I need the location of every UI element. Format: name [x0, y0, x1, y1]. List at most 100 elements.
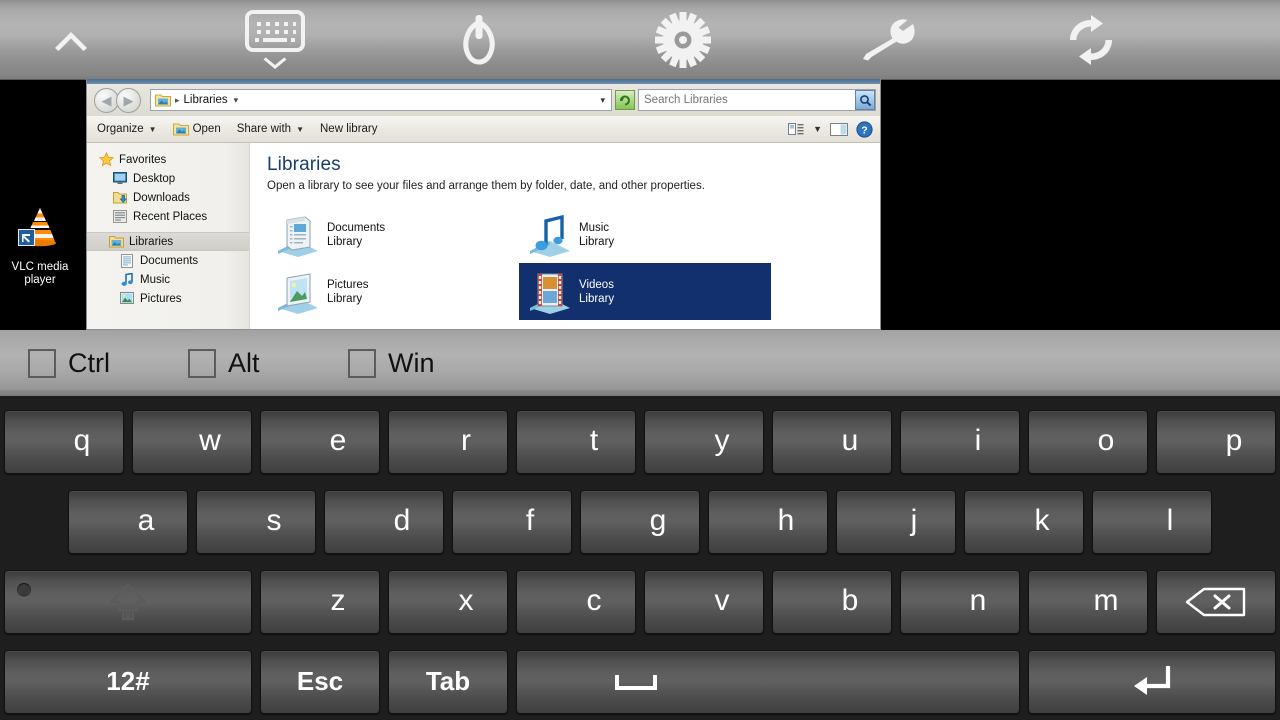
chevron-up-icon [55, 32, 87, 51]
key-j[interactable]: j [836, 490, 956, 554]
key-n[interactable]: n [900, 570, 1020, 634]
key-c[interactable]: c [516, 570, 636, 634]
key-k[interactable]: k [964, 490, 1084, 554]
key-d[interactable]: d [324, 490, 444, 554]
search-box[interactable] [638, 89, 876, 111]
new-library-button[interactable]: New library [320, 123, 378, 135]
search-submit-button[interactable] [855, 90, 875, 110]
alt-checkbox[interactable] [188, 348, 216, 378]
shift-lock-icon [109, 583, 147, 621]
navigation-pane[interactable]: Favorites Desktop Downloads Recent Place… [87, 143, 250, 329]
modifier-alt[interactable]: Alt [188, 348, 260, 379]
ctrl-label: Ctrl [68, 347, 110, 378]
key-m[interactable]: m [1028, 570, 1148, 634]
key-shift[interactable] [4, 570, 252, 634]
share-with-button[interactable]: Share with ▼ [237, 123, 304, 135]
navpane-item-favorites[interactable]: Favorites [87, 150, 249, 169]
keyboard-toggle-button[interactable] [235, 0, 315, 80]
desktop-icon [112, 171, 128, 187]
key-u[interactable]: u [772, 410, 892, 474]
library-item-text: Videos Library [579, 278, 614, 306]
top-toolbar [0, 0, 1280, 80]
key-enter[interactable] [1028, 650, 1276, 714]
key-tab[interactable]: Tab [388, 650, 508, 714]
organize-button[interactable]: Organize ▼ [97, 123, 157, 135]
navpane-item-recent-places[interactable]: Recent Places [87, 207, 249, 226]
navpane-item-pictures[interactable]: Pictures [87, 289, 249, 308]
view-dropdown-button[interactable]: ▼ [813, 124, 822, 134]
navpane-item-documents[interactable]: Documents [87, 251, 249, 270]
help-button[interactable]: ? [856, 120, 873, 138]
key-r[interactable]: r [388, 410, 508, 474]
explorer-refresh-button[interactable] [615, 90, 635, 110]
organize-label: Organize [97, 123, 144, 135]
ctrl-checkbox[interactable] [28, 348, 56, 378]
open-folder-icon [172, 123, 189, 136]
navpane-item-desktop[interactable]: Desktop [87, 169, 249, 188]
key-e[interactable]: e [260, 410, 380, 474]
modifier-win[interactable]: Win [348, 348, 435, 379]
library-item-name: Pictures [327, 278, 369, 291]
navpane-label: Favorites [119, 153, 167, 166]
open-button[interactable]: Open [172, 122, 221, 136]
key-x[interactable]: x [388, 570, 508, 634]
windows-explorer-window[interactable]: ◀ ▶ ▸ Libraries ▾ ▾ Search Libraries Org… [86, 79, 881, 330]
key-v[interactable]: v [644, 570, 764, 634]
library-item-sub: Library [579, 235, 615, 248]
library-item-music[interactable]: Music Library [519, 206, 771, 263]
key-i[interactable]: i [900, 410, 1020, 474]
key-p[interactable]: p [1156, 410, 1276, 474]
key-y[interactable]: y [644, 410, 764, 474]
desktop-icon-vlc-media-player[interactable]: VLC media player [5, 205, 75, 287]
win-label: Win [388, 347, 435, 378]
key-h[interactable]: h [708, 490, 828, 554]
settings-button[interactable] [643, 0, 723, 80]
content-pane[interactable]: Libraries Open a library to see your fil… [250, 143, 880, 329]
gear-icon [655, 12, 711, 68]
key-q[interactable]: q [4, 410, 124, 474]
search-input[interactable] [639, 91, 855, 109]
open-label: Open [192, 123, 221, 135]
key-space[interactable] [516, 650, 1020, 714]
win-checkbox[interactable] [348, 348, 376, 378]
breadcrumb-separator-icon: ▸ [175, 94, 180, 105]
key-o[interactable]: o [1028, 410, 1148, 474]
modifier-ctrl[interactable]: Ctrl [28, 348, 110, 379]
key-b[interactable]: b [772, 570, 892, 634]
breadcrumb-libraries[interactable]: Libraries [184, 94, 228, 106]
address-history-dropdown-icon[interactable]: ▾ [600, 95, 607, 106]
key-t[interactable]: t [516, 410, 636, 474]
key-l[interactable]: l [1092, 490, 1212, 554]
chevron-down-icon: ▼ [813, 124, 822, 134]
tools-button[interactable] [847, 0, 927, 80]
breadcrumb-dropdown-icon[interactable]: ▾ [234, 95, 239, 106]
forward-button[interactable]: ▶ [116, 87, 141, 113]
refresh-button[interactable] [1051, 0, 1131, 80]
key-s[interactable]: s [196, 490, 316, 554]
virtual-keyboard: q w e r t y u i o p a s d f g h j k l z … [0, 396, 1280, 720]
navpane-item-music[interactable]: Music [87, 270, 249, 289]
navpane-item-downloads[interactable]: Downloads [87, 188, 249, 207]
navpane-item-libraries[interactable]: Libraries [87, 232, 249, 251]
key-f[interactable]: f [452, 490, 572, 554]
key-numeric-symbols[interactable]: 12# [4, 650, 252, 714]
library-item-documents[interactable]: Documents Library [267, 206, 519, 263]
library-item-pictures[interactable]: Pictures Library [267, 263, 519, 320]
refresh-icon [1070, 15, 1112, 65]
videos-library-icon [530, 273, 570, 314]
change-view-button[interactable] [788, 122, 805, 137]
key-a[interactable]: a [68, 490, 188, 554]
key-w[interactable]: w [132, 410, 252, 474]
library-item-videos[interactable]: Videos Library [519, 263, 771, 320]
libraries-icon [108, 234, 124, 250]
view-layout-icon [788, 122, 804, 135]
key-esc[interactable]: Esc [260, 650, 380, 714]
key-backspace[interactable] [1156, 570, 1276, 634]
collapse-toolbar-button[interactable] [31, 0, 111, 80]
power-button[interactable] [439, 0, 519, 80]
key-z[interactable]: z [260, 570, 380, 634]
address-input[interactable]: ▸ Libraries ▾ ▾ [150, 89, 612, 111]
key-g[interactable]: g [580, 490, 700, 554]
preview-pane-button[interactable] [830, 122, 848, 137]
keyboard-icon [245, 10, 305, 52]
